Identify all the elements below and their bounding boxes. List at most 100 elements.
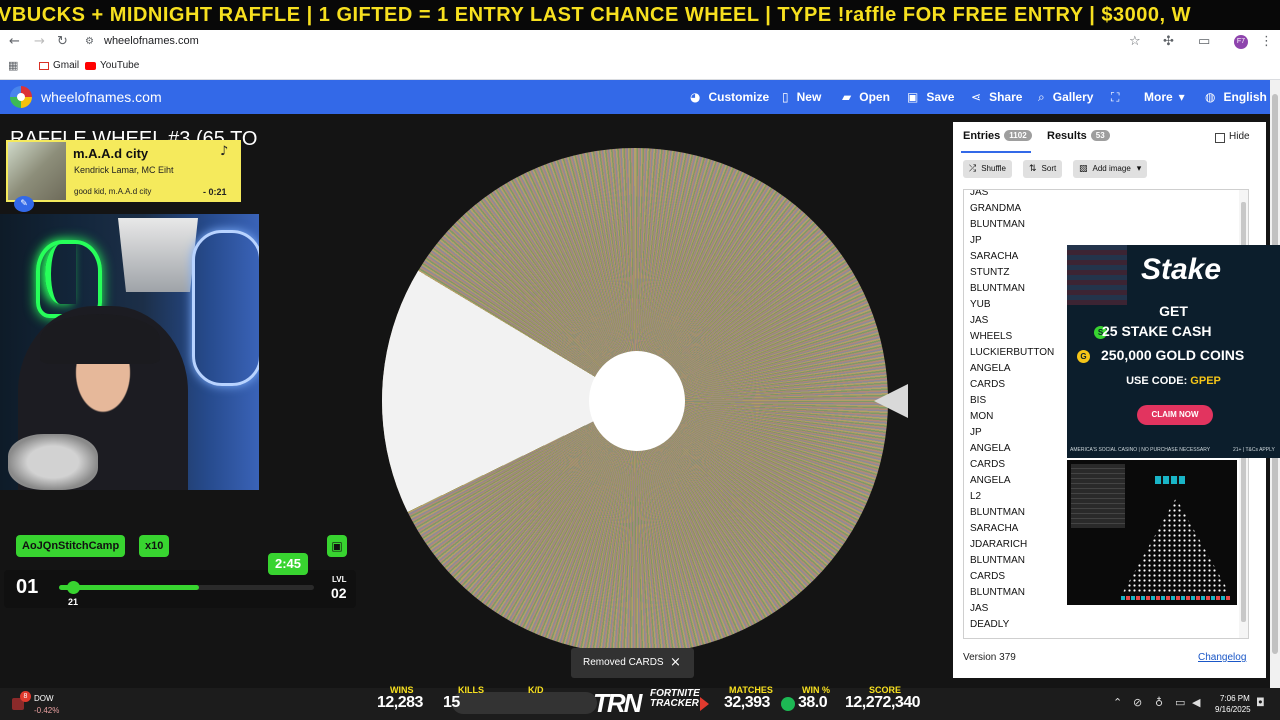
notification-bell-icon[interactable]: ◘ xyxy=(1256,696,1265,709)
next-level: 02 xyxy=(331,585,347,601)
multiplier-badge: x10 xyxy=(139,535,170,557)
song-artist: Kendrick Lamar, MC Eiht xyxy=(74,165,174,175)
gold-coin-icon: G xyxy=(1077,350,1090,363)
windows-taskbar: 8 DOW -0.42% WINS 12,283 KILLS 15 K/D TR… xyxy=(0,685,1280,720)
new-label: New xyxy=(796,90,822,104)
fullscreen-button[interactable]: ⛶ xyxy=(1111,80,1127,114)
folder-icon: ▰ xyxy=(842,90,852,104)
music-note-icon: ♪ xyxy=(220,144,229,159)
list-item: BLUNTMAN xyxy=(970,219,1026,230)
active-tab-indicator xyxy=(961,151,1031,153)
webcam-feed xyxy=(0,214,259,490)
language-button[interactable]: ◍ English xyxy=(1205,80,1267,114)
list-item: LUCKIERBUTTON xyxy=(970,347,1055,358)
list-item: CARDS xyxy=(970,379,1006,390)
apps-grid-icon[interactable]: ▦ xyxy=(8,59,18,72)
shuffle-button[interactable]: ⤮ Shuffle xyxy=(963,160,1012,178)
open-label: Open xyxy=(859,90,890,104)
wheel-center-button[interactable] xyxy=(589,351,685,451)
sort-button[interactable]: ⇅ Sort xyxy=(1023,160,1063,178)
toast-message: Removed CARDS xyxy=(583,657,664,668)
url-text[interactable]: wheelofnames.com xyxy=(104,35,199,47)
stock-name[interactable]: DOW xyxy=(34,694,54,703)
list-item: CARDS xyxy=(970,571,1006,582)
forward-icon[interactable]: → xyxy=(34,34,45,49)
reload-icon[interactable]: ↻ xyxy=(57,34,68,49)
sort-label: Sort xyxy=(1041,164,1057,173)
hide-checkbox[interactable] xyxy=(1215,133,1225,143)
notification-badge: 8 xyxy=(20,691,31,702)
extensions-icon[interactable]: ✣ xyxy=(1163,34,1174,49)
spotify-icon[interactable] xyxy=(781,697,795,711)
file-icon: ▯ xyxy=(782,90,789,104)
cast-icon[interactable]: ▭ xyxy=(1198,34,1210,49)
share-button[interactable]: ⋖ Share xyxy=(971,80,1022,114)
wheel-logo-icon[interactable] xyxy=(10,86,32,108)
list-item: JP xyxy=(970,427,982,438)
tray-display-icon[interactable]: ▭ xyxy=(1175,696,1185,709)
stock-change: -0.42% xyxy=(34,706,60,715)
list-item: JAS xyxy=(970,189,989,198)
taskbar-search[interactable] xyxy=(452,692,597,714)
list-item: JP xyxy=(970,235,982,246)
new-button[interactable]: ▯ New xyxy=(782,80,821,114)
shuffle-icon: ⤮ xyxy=(969,164,977,174)
wall-pennant xyxy=(118,218,198,292)
bus-icon: ▣ xyxy=(327,535,347,557)
bookmark-youtube[interactable]: YouTube xyxy=(100,60,139,71)
gallery-label: Gallery xyxy=(1052,90,1094,104)
bookmark-star-icon[interactable]: ☆ xyxy=(1129,34,1141,49)
save-button[interactable]: ▣ Save xyxy=(907,80,954,114)
toast-close-icon[interactable]: × xyxy=(670,648,681,678)
level-progress-fill xyxy=(59,585,200,590)
stake-code-text: USE CODE: GPEP xyxy=(1067,375,1280,387)
list-item: BIS xyxy=(970,395,987,406)
more-label: More xyxy=(1144,90,1173,104)
back-icon[interactable]: ← xyxy=(9,34,20,49)
list-item: STUNTZ xyxy=(970,267,1010,278)
app-header: wheelofnames.com ◕ Customize ▯ New ▰ Open ▣… xyxy=(0,80,1270,114)
fullscreen-icon: ⛶ xyxy=(1111,90,1120,104)
site-title[interactable]: wheelofnames.com xyxy=(41,80,162,114)
tray-chevron-icon[interactable]: ⌃ xyxy=(1113,696,1122,709)
tray-network-off-icon[interactable]: ⊘ xyxy=(1133,696,1142,709)
clock-date[interactable]: 9/16/2025 xyxy=(1215,705,1251,714)
open-button[interactable]: ▰ Open xyxy=(842,80,890,114)
stat-value-matches: 32,393 xyxy=(724,694,770,711)
list-item: MON xyxy=(970,411,994,422)
gallery-button[interactable]: ⌕ Gallery xyxy=(1038,80,1093,114)
list-item: GRANDMA xyxy=(970,203,1022,214)
share-icon: ⋖ xyxy=(971,90,982,104)
customize-button[interactable]: ◕ Customize xyxy=(690,80,769,114)
search-icon: ⌕ xyxy=(1038,90,1045,104)
tray-mic-icon[interactable]: ♁ xyxy=(1155,696,1163,709)
site-info-icon[interactable]: ⚙ xyxy=(85,36,94,47)
add-image-button[interactable]: ▧ Add image ▾ xyxy=(1073,160,1148,178)
list-item: BLUNTMAN xyxy=(970,587,1026,598)
image-icon: ▧ xyxy=(1079,164,1088,174)
tray-volume-icon[interactable]: ◀ xyxy=(1192,696,1200,709)
list-item: ANGELA xyxy=(970,363,1011,374)
menu-kebab-icon[interactable]: ⋮ xyxy=(1260,34,1273,49)
edit-pencil-icon[interactable]: ✎ xyxy=(14,196,34,212)
tab-results[interactable]: Results 53 xyxy=(1047,130,1110,142)
flag-decoration xyxy=(1067,245,1127,305)
album-name: good kid, m.A.A.d city xyxy=(74,187,152,196)
shuffle-label: Shuffle xyxy=(981,164,1006,173)
profile-avatar[interactable]: F7 xyxy=(1234,35,1248,49)
stake-code-prefix: USE CODE: xyxy=(1126,375,1191,387)
save-label: Save xyxy=(926,90,955,104)
album-art xyxy=(8,142,66,200)
microphone xyxy=(8,434,98,490)
tab-entries[interactable]: Entries 1102 xyxy=(963,130,1032,142)
more-button[interactable]: More ▾ xyxy=(1144,80,1185,114)
countdown-timer: 2:45 xyxy=(268,553,309,575)
bookmark-gmail[interactable]: Gmail xyxy=(53,60,79,71)
clock-time[interactable]: 7:06 PM xyxy=(1220,694,1250,703)
wheel-pointer-arrow xyxy=(874,384,908,418)
bookmarks-bar: ▦ Gmail YouTube xyxy=(0,54,1280,80)
changelog-link[interactable]: Changelog xyxy=(1198,652,1246,663)
song-title: m.A.A.d city xyxy=(73,146,149,161)
youtube-icon xyxy=(85,62,96,70)
hide-label[interactable]: Hide xyxy=(1229,131,1250,142)
